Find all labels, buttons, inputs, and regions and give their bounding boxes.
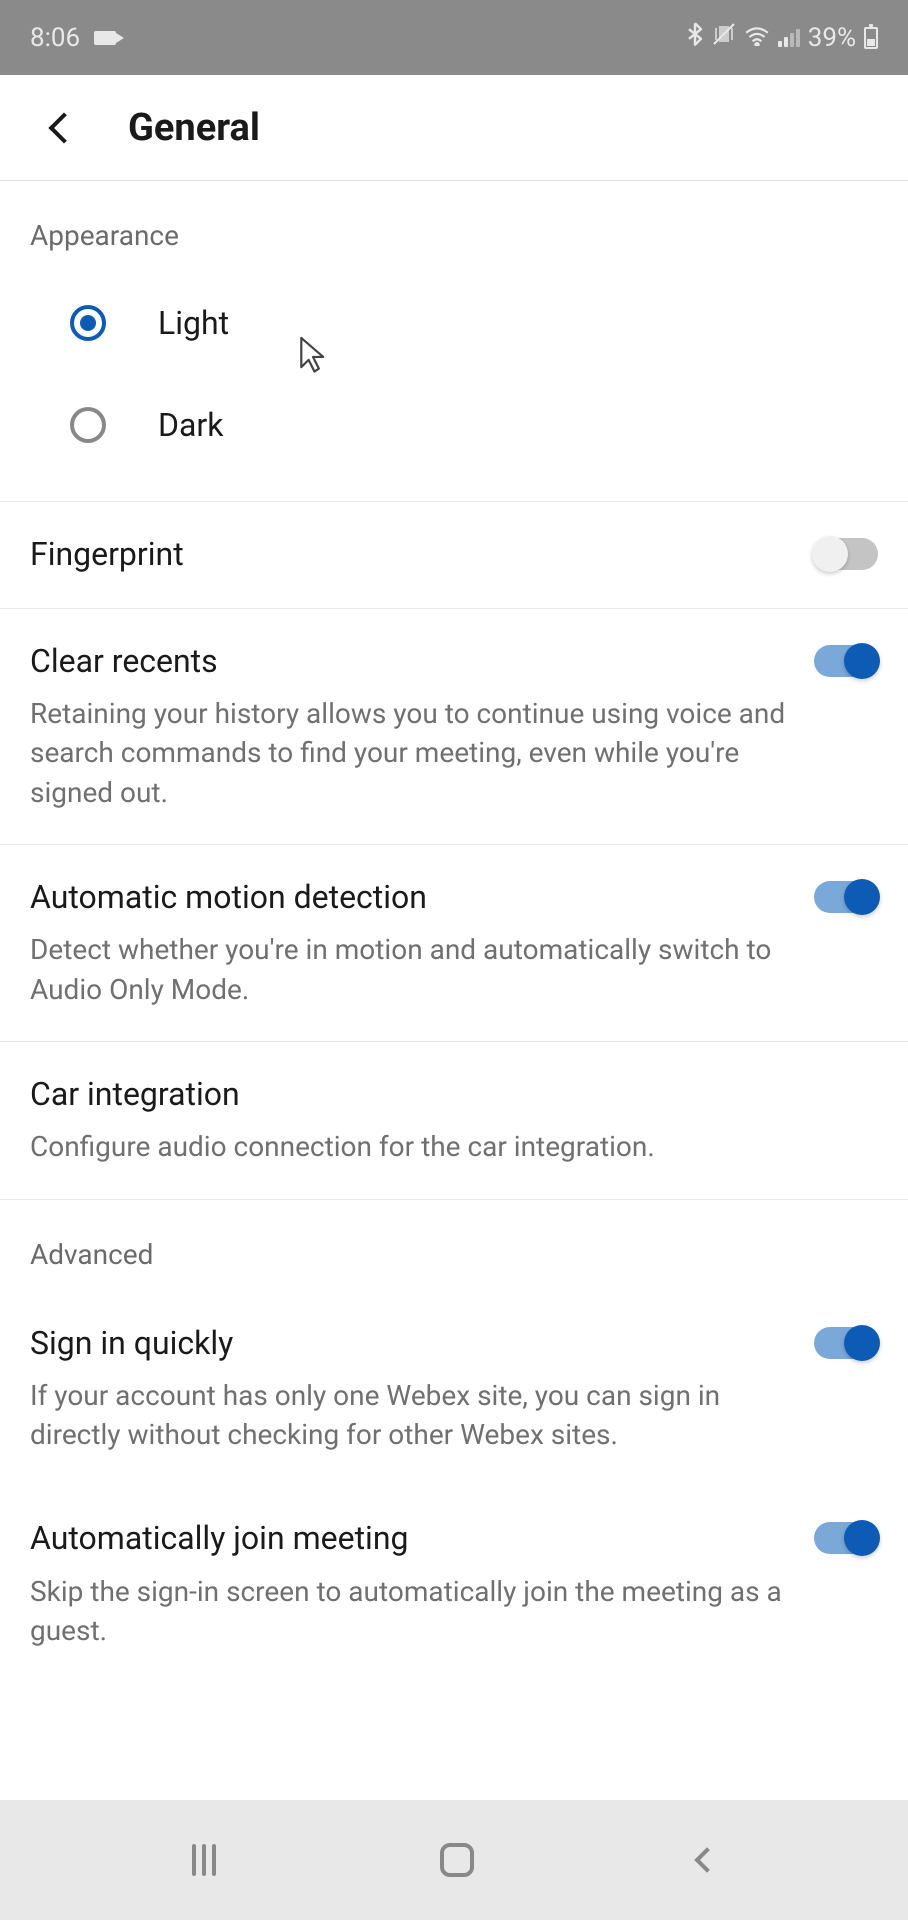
setting-motion-detection[interactable]: Automatic motion detection Detect whethe… [0,844,908,1041]
signal-icon [778,29,800,47]
setting-description: Skip the sign-in screen to automatically… [30,1572,794,1650]
chevron-left-icon [48,112,79,143]
section-advanced: Advanced [0,1199,908,1291]
appearance-option-dark[interactable]: Dark [0,374,908,476]
toggle-motion-detection[interactable] [814,881,878,913]
setting-title: Car integration [30,1074,858,1116]
setting-auto-join[interactable]: Automatically join meeting Skip the sign… [0,1486,908,1682]
toggle-auto-join[interactable] [814,1522,878,1554]
radio-unselected-icon [70,407,106,443]
nav-home-button[interactable] [440,1843,474,1877]
battery-icon [864,27,878,49]
radio-label: Light [158,304,229,342]
section-appearance: Appearance [0,181,908,272]
status-bar: 8:06 39% [0,0,908,75]
page-title: General [128,106,260,150]
setting-title: Automatic motion detection [30,877,794,919]
setting-fingerprint[interactable]: Fingerprint [0,501,908,608]
setting-description: Configure audio connection for the car i… [30,1127,858,1166]
nav-back-button[interactable] [694,1847,719,1872]
appearance-option-light[interactable]: Light [0,272,908,374]
back-button[interactable] [30,98,90,158]
toggle-fingerprint[interactable] [814,538,878,570]
radio-label: Dark [158,406,223,444]
setting-description: Retaining your history allows you to con… [30,694,794,812]
toggle-sign-in-quickly[interactable] [814,1327,878,1359]
setting-clear-recents[interactable]: Clear recents Retaining your history all… [0,608,908,844]
setting-description: If your account has only one Webex site,… [30,1376,794,1454]
setting-title: Automatically join meeting [30,1518,794,1560]
setting-description: Detect whether you're in motion and auto… [30,930,794,1008]
settings-content: Appearance Light Dark Fingerprint Clear … [0,181,908,1800]
navigation-bar [0,1800,908,1920]
radio-selected-icon [70,305,106,341]
setting-car-integration[interactable]: Car integration Configure audio connecti… [0,1041,908,1199]
vibrate-icon [712,22,736,53]
app-header: General [0,75,908,181]
status-battery-percent: 39% [808,23,856,53]
wifi-icon [744,23,770,53]
setting-title: Sign in quickly [30,1323,794,1365]
status-time: 8:06 [30,23,80,53]
video-recording-icon [94,31,116,45]
setting-title: Clear recents [30,641,794,683]
toggle-clear-recents[interactable] [814,645,878,677]
setting-sign-in-quickly[interactable]: Sign in quickly If your account has only… [0,1291,908,1487]
setting-title: Fingerprint [30,534,794,576]
bluetooth-icon [686,22,704,53]
nav-recents-button[interactable] [192,1844,216,1876]
